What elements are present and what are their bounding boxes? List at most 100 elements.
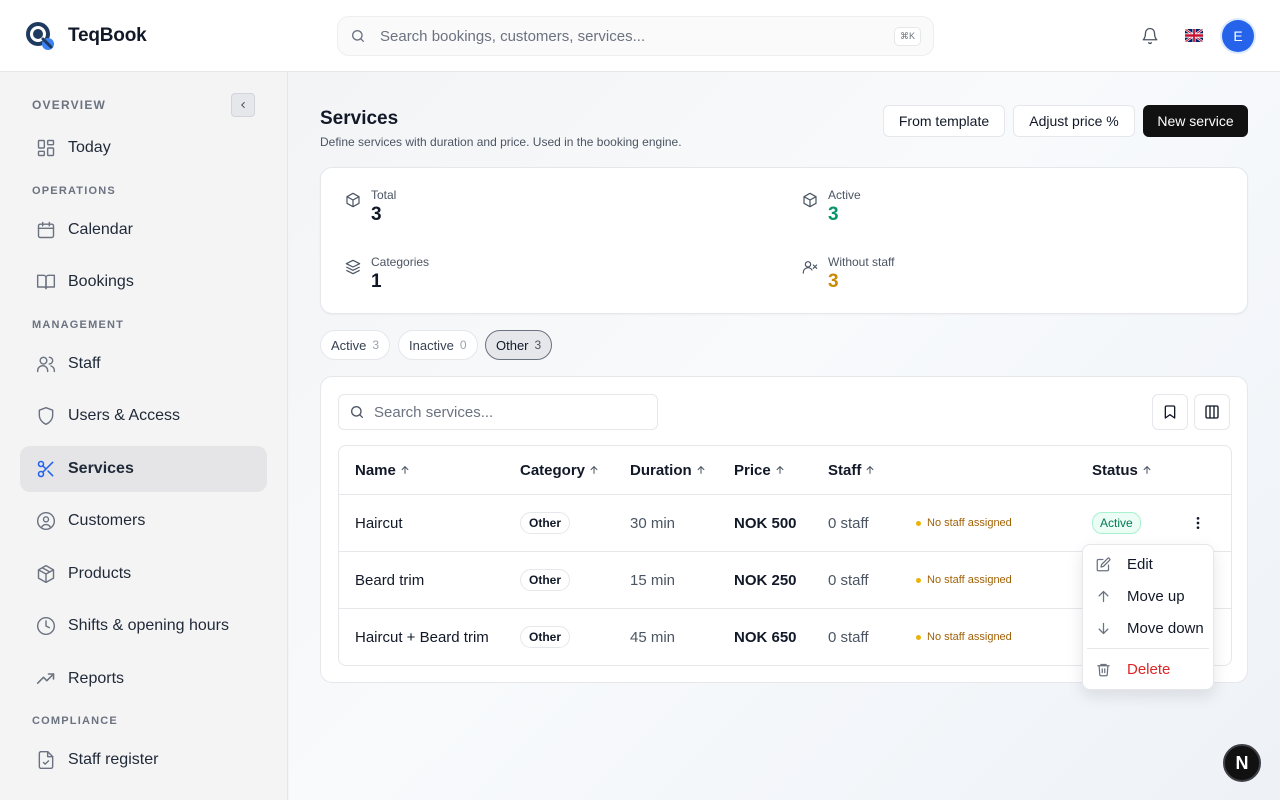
service-search-input[interactable] bbox=[374, 403, 644, 421]
sidebar-item-calendar[interactable]: Calendar bbox=[20, 207, 267, 253]
warning-dot bbox=[916, 634, 921, 640]
sidebar-item-today[interactable]: Today bbox=[20, 125, 267, 171]
trending-up-icon bbox=[36, 673, 55, 684]
menu-item-label: Move up bbox=[1127, 587, 1185, 605]
book-icon bbox=[36, 274, 56, 290]
sidebar-item-shifts[interactable]: Shifts & opening hours bbox=[20, 603, 267, 649]
duration-cell: 30 min bbox=[630, 514, 676, 532]
shield-icon bbox=[38, 406, 54, 426]
filter-other[interactable]: Other 3 bbox=[485, 330, 553, 360]
column-header-price[interactable]: Price bbox=[734, 446, 785, 494]
menu-item-label: Edit bbox=[1127, 555, 1153, 573]
app-logo[interactable]: TeqBook bbox=[24, 20, 147, 52]
column-header-category[interactable]: Category bbox=[520, 446, 599, 494]
filter-count: 3 bbox=[372, 338, 380, 352]
sidebar-item-label: Services bbox=[68, 460, 134, 477]
page-subtitle: Define services with duration and price.… bbox=[320, 135, 682, 149]
chevron-left-icon bbox=[241, 101, 245, 109]
menu-item-label: Delete bbox=[1127, 660, 1171, 678]
sidebar-item-bookings[interactable]: Bookings bbox=[20, 259, 267, 305]
column-header-duration[interactable]: Duration bbox=[630, 446, 706, 494]
row-actions-button[interactable] bbox=[1188, 495, 1208, 551]
columns-icon bbox=[1205, 405, 1219, 419]
column-label: Status bbox=[1092, 461, 1138, 479]
file-check-icon bbox=[38, 750, 54, 770]
column-label: Duration bbox=[630, 461, 692, 479]
sidebar-item-reports[interactable]: Reports bbox=[20, 656, 267, 702]
search-icon bbox=[352, 30, 364, 42]
more-vertical-icon bbox=[1196, 517, 1200, 529]
filter-label: Active bbox=[331, 337, 367, 353]
sidebar-item-label: Staff bbox=[68, 355, 101, 372]
global-search[interactable]: Search bookings, customers, services... … bbox=[337, 16, 934, 56]
global-search-placeholder: Search bookings, customers, services... bbox=[380, 27, 646, 45]
sidebar-item-label: Today bbox=[68, 139, 111, 156]
service-name: Beard trim bbox=[355, 571, 425, 589]
sidebar-item-label: Bookings bbox=[68, 273, 134, 290]
sidebar: OVERVIEW Today OPERATIONS Calendar Booki… bbox=[0, 72, 288, 800]
stat-label: Without staff bbox=[828, 255, 895, 269]
filter-label: Other bbox=[496, 337, 529, 353]
app-name: TeqBook bbox=[68, 25, 147, 46]
menu-item-move-up[interactable]: Move up bbox=[1083, 581, 1213, 611]
page-title: Services bbox=[320, 108, 399, 129]
collapse-sidebar-button[interactable] bbox=[231, 93, 255, 117]
sidebar-item-customers[interactable]: Customers bbox=[20, 498, 267, 544]
stat-active: Active 3 bbox=[802, 188, 861, 226]
menu-item-label: Move down bbox=[1127, 619, 1204, 637]
sidebar-item-staff-register[interactable]: Staff register bbox=[20, 737, 267, 783]
service-name: Haircut bbox=[355, 514, 403, 532]
category-tag: Other bbox=[520, 569, 571, 591]
package-icon bbox=[37, 564, 55, 584]
stat-categories: Categories 1 bbox=[345, 255, 429, 293]
category-tag: Other bbox=[520, 626, 571, 648]
sidebar-item-products[interactable]: Products bbox=[20, 551, 267, 597]
staff-cell: 0 staff bbox=[828, 514, 869, 532]
filter-label: Inactive bbox=[409, 337, 454, 353]
filter-inactive[interactable]: Inactive 0 bbox=[398, 330, 478, 360]
uk-flag-icon[interactable] bbox=[1185, 29, 1203, 42]
package-icon bbox=[803, 192, 817, 208]
row-actions-menu: Edit Move up Move down Delete bbox=[1082, 544, 1214, 690]
sidebar-item-services[interactable]: Services bbox=[20, 446, 267, 492]
users-icon bbox=[36, 356, 56, 373]
menu-item-edit[interactable]: Edit bbox=[1083, 549, 1213, 579]
adjust-price-button[interactable]: Adjust price % bbox=[1013, 105, 1135, 137]
bell-icon[interactable] bbox=[1141, 27, 1159, 45]
service-search[interactable] bbox=[338, 394, 658, 430]
menu-item-delete[interactable]: Delete bbox=[1083, 654, 1213, 684]
from-template-button[interactable]: From template bbox=[883, 105, 1005, 137]
stat-label: Total bbox=[371, 188, 397, 202]
sidebar-item-staff[interactable]: Staff bbox=[20, 341, 267, 387]
warning-dot bbox=[916, 520, 921, 526]
sidebar-item-label: Staff register bbox=[68, 751, 159, 768]
section-operations: OPERATIONS bbox=[32, 185, 116, 197]
column-header-name[interactable]: Name bbox=[355, 446, 410, 494]
columns-button[interactable] bbox=[1194, 394, 1230, 430]
sidebar-item-label: Customers bbox=[68, 512, 146, 529]
sidebar-item-users-access[interactable]: Users & Access bbox=[20, 393, 267, 439]
table-row[interactable]: Haircut Other 30 min NOK 500 0 staff No … bbox=[339, 494, 1231, 551]
calendar-icon bbox=[37, 221, 55, 239]
category-cell: Other bbox=[520, 609, 571, 665]
sidebar-item-label: Reports bbox=[68, 670, 125, 687]
column-header-status[interactable]: Status bbox=[1092, 446, 1152, 494]
staff-cell: 0 staff bbox=[828, 628, 869, 646]
filter-count: 3 bbox=[534, 338, 542, 352]
new-service-button[interactable]: New service bbox=[1143, 105, 1248, 137]
stat-total: Total 3 bbox=[345, 188, 396, 226]
stat-label: Active bbox=[828, 188, 861, 202]
arrow-up-icon bbox=[590, 465, 598, 474]
warning-dot bbox=[916, 577, 921, 583]
filter-active[interactable]: Active 3 bbox=[320, 330, 391, 360]
dev-tools-button[interactable]: N bbox=[1223, 744, 1261, 782]
trash-icon bbox=[1097, 663, 1110, 676]
arrow-up-icon bbox=[776, 465, 784, 474]
menu-item-move-down[interactable]: Move down bbox=[1083, 613, 1213, 643]
dashboard-icon bbox=[37, 139, 55, 157]
edit-icon bbox=[1096, 557, 1111, 571]
arrow-up-icon bbox=[1143, 465, 1151, 474]
saved-views-button[interactable] bbox=[1152, 394, 1188, 430]
column-header-staff[interactable]: Staff bbox=[828, 446, 875, 494]
user-avatar[interactable]: E bbox=[1222, 20, 1254, 52]
